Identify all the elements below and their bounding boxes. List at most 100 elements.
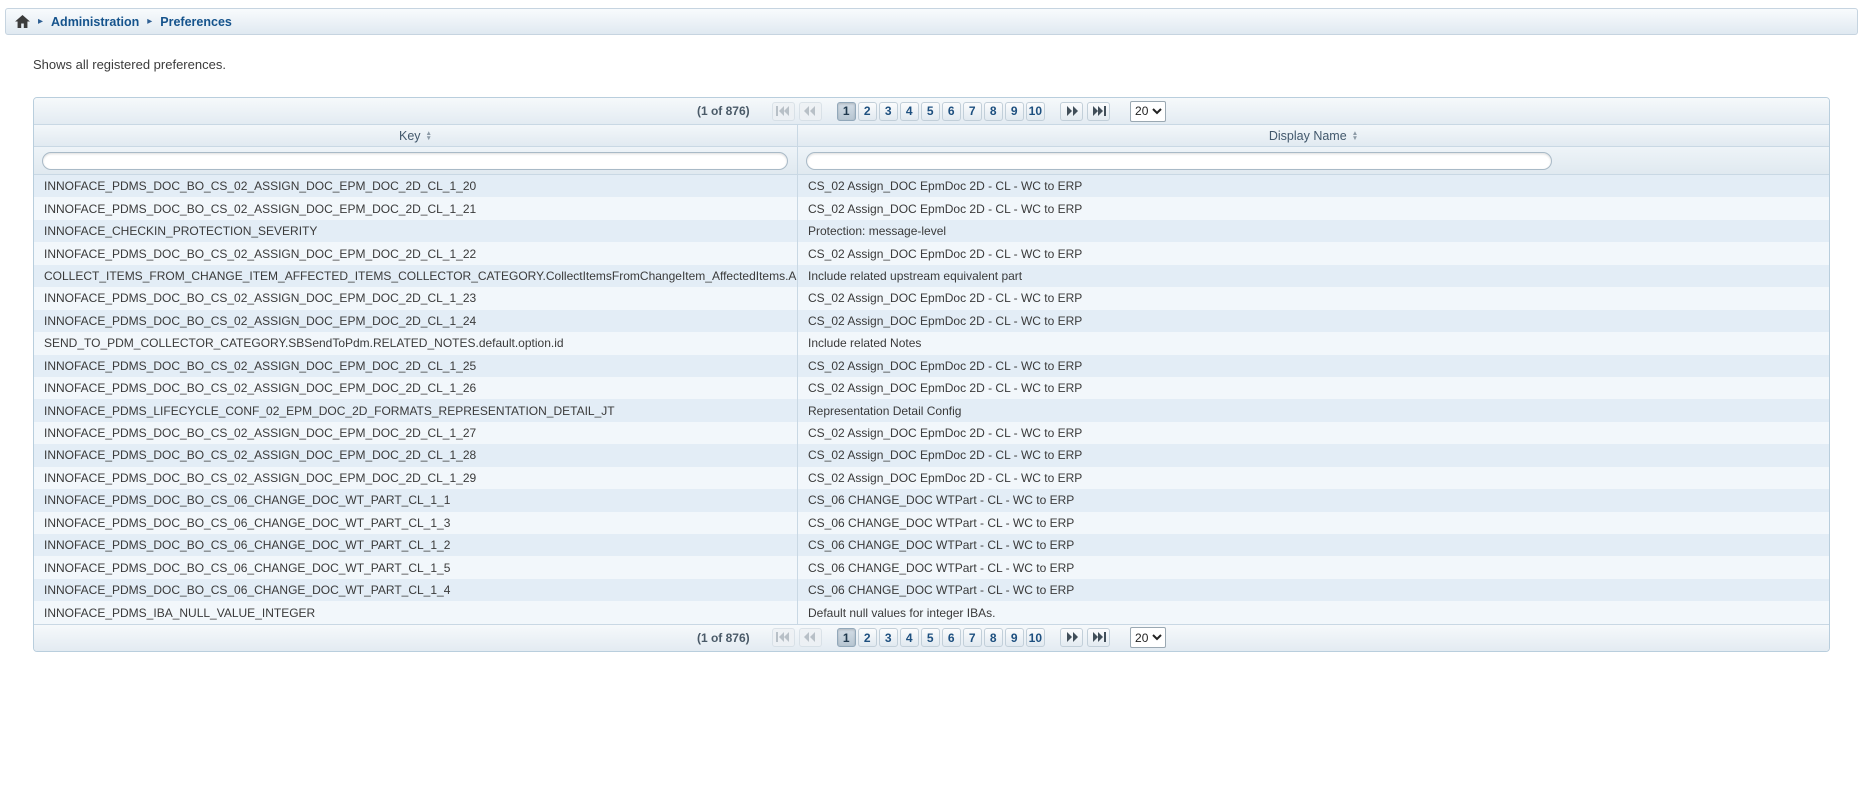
key-cell: INNOFACE_PDMS_DOC_BO_CS_06_CHANGE_DOC_WT… xyxy=(34,579,798,601)
page-8-button[interactable]: 8 xyxy=(984,102,1003,121)
display-name-filter-input[interactable] xyxy=(806,152,1552,170)
table-row: INNOFACE_PDMS_DOC_BO_CS_02_ASSIGN_DOC_EP… xyxy=(34,467,1829,489)
table-row: INNOFACE_PDMS_DOC_BO_CS_02_ASSIGN_DOC_EP… xyxy=(34,197,1829,219)
table-row: INNOFACE_CHECKIN_PROTECTION_SEVERITYProt… xyxy=(34,220,1829,242)
first-page-button[interactable] xyxy=(772,628,795,647)
display-name-cell: CS_06 CHANGE_DOC WTPart - CL - WC to ERP xyxy=(798,489,1829,511)
display-name-cell: CS_06 CHANGE_DOC WTPart - CL - WC to ERP xyxy=(798,534,1829,556)
last-page-button[interactable] xyxy=(1087,628,1110,647)
page-buttons: 12345678910 xyxy=(836,628,1046,647)
key-cell: INNOFACE_PDMS_DOC_BO_CS_02_ASSIGN_DOC_EP… xyxy=(34,377,798,399)
next-page-button[interactable] xyxy=(1060,102,1083,121)
page-1-button[interactable]: 1 xyxy=(837,102,856,121)
home-icon[interactable] xyxy=(15,15,30,28)
seek-next-icon xyxy=(1066,104,1078,119)
column-header-key[interactable]: Key ▲▼ xyxy=(34,125,798,146)
breadcrumb-separator-icon: ▸ xyxy=(38,17,43,27)
display-name-cell: Include related upstream equivalent part xyxy=(798,265,1829,287)
page-10-button[interactable]: 10 xyxy=(1026,628,1045,647)
key-cell: INNOFACE_PDMS_DOC_BO_CS_02_ASSIGN_DOC_EP… xyxy=(34,242,798,264)
table-row: SEND_TO_PDM_COLLECTOR_CATEGORY.SBSendToP… xyxy=(34,332,1829,354)
breadcrumb-item-administration[interactable]: Administration xyxy=(51,15,139,29)
display-name-cell: Protection: message-level xyxy=(798,220,1829,242)
table-row: INNOFACE_PDMS_DOC_BO_CS_02_ASSIGN_DOC_EP… xyxy=(34,355,1829,377)
column-header-display-name-label: Display Name xyxy=(1269,129,1347,143)
display-name-cell: CS_02 Assign_DOC EpmDoc 2D - CL - WC to … xyxy=(798,467,1829,489)
table-row: INNOFACE_PDMS_IBA_NULL_VALUE_INTEGERDefa… xyxy=(34,601,1829,623)
display-name-cell: CS_02 Assign_DOC EpmDoc 2D - CL - WC to … xyxy=(798,377,1829,399)
table-row: INNOFACE_PDMS_DOC_BO_CS_06_CHANGE_DOC_WT… xyxy=(34,489,1829,511)
page-6-button[interactable]: 6 xyxy=(942,102,961,121)
rows-per-page-select[interactable]: 20 xyxy=(1130,627,1166,648)
display-name-cell: CS_06 CHANGE_DOC WTPart - CL - WC to ERP xyxy=(798,512,1829,534)
key-cell: INNOFACE_PDMS_DOC_BO_CS_02_ASSIGN_DOC_EP… xyxy=(34,175,798,197)
page-7-button[interactable]: 7 xyxy=(963,102,982,121)
display-name-cell: Include related Notes xyxy=(798,332,1829,354)
page-3-button[interactable]: 3 xyxy=(879,628,898,647)
column-header-display-name[interactable]: Display Name ▲▼ xyxy=(798,125,1829,146)
breadcrumb: ▸ Administration ▸ Preferences xyxy=(5,8,1858,35)
table-row: INNOFACE_PDMS_DOC_BO_CS_02_ASSIGN_DOC_EP… xyxy=(34,377,1829,399)
key-cell: INNOFACE_PDMS_LIFECYCLE_CONF_02_EPM_DOC_… xyxy=(34,399,798,421)
column-header-key-label: Key xyxy=(399,129,421,143)
page-10-button[interactable]: 10 xyxy=(1026,102,1045,121)
key-cell: INNOFACE_PDMS_DOC_BO_CS_02_ASSIGN_DOC_EP… xyxy=(34,197,798,219)
key-cell: SEND_TO_PDM_COLLECTOR_CATEGORY.SBSendToP… xyxy=(34,332,798,354)
page-4-button[interactable]: 4 xyxy=(900,628,919,647)
display-name-cell: CS_02 Assign_DOC EpmDoc 2D - CL - WC to … xyxy=(798,242,1829,264)
display-name-cell: CS_06 CHANGE_DOC WTPart - CL - WC to ERP xyxy=(798,556,1829,578)
key-cell: INNOFACE_PDMS_DOC_BO_CS_06_CHANGE_DOC_WT… xyxy=(34,489,798,511)
display-name-cell: CS_02 Assign_DOC EpmDoc 2D - CL - WC to … xyxy=(798,444,1829,466)
table-row: INNOFACE_PDMS_DOC_BO_CS_02_ASSIGN_DOC_EP… xyxy=(34,310,1829,332)
key-cell: INNOFACE_CHECKIN_PROTECTION_SEVERITY xyxy=(34,220,798,242)
key-cell: INNOFACE_PDMS_DOC_BO_CS_06_CHANGE_DOC_WT… xyxy=(34,556,798,578)
seek-prev-icon xyxy=(804,630,816,645)
rows-per-page-select[interactable]: 20 xyxy=(1130,101,1166,122)
previous-page-button[interactable] xyxy=(799,102,822,121)
page-5-button[interactable]: 5 xyxy=(921,102,940,121)
page-7-button[interactable]: 7 xyxy=(963,628,982,647)
page-1-button[interactable]: 1 xyxy=(837,628,856,647)
page-buttons: 12345678910 xyxy=(836,102,1046,121)
table-row: INNOFACE_PDMS_DOC_BO_CS_06_CHANGE_DOC_WT… xyxy=(34,534,1829,556)
display-name-cell: CS_02 Assign_DOC EpmDoc 2D - CL - WC to … xyxy=(798,197,1829,219)
page-8-button[interactable]: 8 xyxy=(984,628,1003,647)
seek-first-icon xyxy=(776,104,790,119)
display-name-cell: CS_02 Assign_DOC EpmDoc 2D - CL - WC to … xyxy=(798,422,1829,444)
seek-first-icon xyxy=(776,630,790,645)
sort-icon: ▲▼ xyxy=(1352,131,1358,141)
page-6-button[interactable]: 6 xyxy=(942,628,961,647)
display-name-cell: CS_06 CHANGE_DOC WTPart - CL - WC to ERP xyxy=(798,579,1829,601)
key-cell: INNOFACE_PDMS_DOC_BO_CS_06_CHANGE_DOC_WT… xyxy=(34,534,798,556)
page-2-button[interactable]: 2 xyxy=(858,628,877,647)
key-cell: INNOFACE_PDMS_IBA_NULL_VALUE_INTEGER xyxy=(34,601,798,623)
key-cell: COLLECT_ITEMS_FROM_CHANGE_ITEM_AFFECTED_… xyxy=(34,265,798,287)
seek-last-icon xyxy=(1092,104,1106,119)
page-9-button[interactable]: 9 xyxy=(1005,628,1024,647)
sort-icon: ▲▼ xyxy=(426,131,432,141)
page-3-button[interactable]: 3 xyxy=(879,102,898,121)
table-row: INNOFACE_PDMS_DOC_BO_CS_02_ASSIGN_DOC_EP… xyxy=(34,422,1829,444)
display-name-cell: Representation Detail Config xyxy=(798,399,1829,421)
last-page-button[interactable] xyxy=(1087,102,1110,121)
seek-next-icon xyxy=(1066,630,1078,645)
table-row: INNOFACE_PDMS_DOC_BO_CS_02_ASSIGN_DOC_EP… xyxy=(34,175,1829,197)
table-row: INNOFACE_PDMS_DOC_BO_CS_02_ASSIGN_DOC_EP… xyxy=(34,287,1829,309)
table-row: INNOFACE_PDMS_DOC_BO_CS_06_CHANGE_DOC_WT… xyxy=(34,512,1829,534)
table-header-row: Key ▲▼ Display Name ▲▼ xyxy=(34,125,1829,147)
table-filter-row xyxy=(34,147,1829,175)
display-name-cell: CS_02 Assign_DOC EpmDoc 2D - CL - WC to … xyxy=(798,175,1829,197)
preferences-table: (1 of 876) 12345678910 20 K xyxy=(33,97,1830,652)
previous-page-button[interactable] xyxy=(799,628,822,647)
page-5-button[interactable]: 5 xyxy=(921,628,940,647)
breadcrumb-item-preferences[interactable]: Preferences xyxy=(160,15,232,29)
page-4-button[interactable]: 4 xyxy=(900,102,919,121)
first-page-button[interactable] xyxy=(772,102,795,121)
key-filter-input[interactable] xyxy=(42,152,788,170)
page-9-button[interactable]: 9 xyxy=(1005,102,1024,121)
next-page-button[interactable] xyxy=(1060,628,1083,647)
table-row: INNOFACE_PDMS_DOC_BO_CS_02_ASSIGN_DOC_EP… xyxy=(34,444,1829,466)
table-body: INNOFACE_PDMS_DOC_BO_CS_02_ASSIGN_DOC_EP… xyxy=(34,175,1829,624)
key-cell: INNOFACE_PDMS_DOC_BO_CS_06_CHANGE_DOC_WT… xyxy=(34,512,798,534)
page-2-button[interactable]: 2 xyxy=(858,102,877,121)
